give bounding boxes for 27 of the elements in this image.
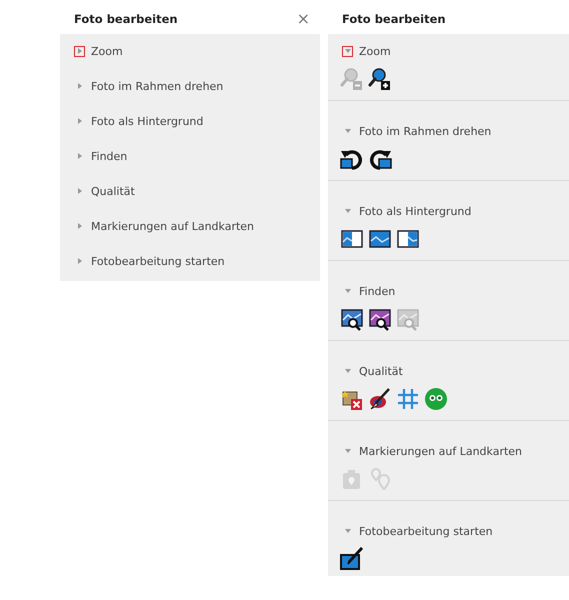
rotate-left-icon[interactable] [340,147,364,171]
section-label[interactable]: Finden [359,284,396,298]
section-label[interactable]: Foto im Rahmen drehen [359,124,492,138]
picture-edit-icon[interactable] [340,547,364,571]
section-label[interactable]: Foto als Hintergrund [91,114,204,128]
section-label[interactable]: Foto im Rahmen drehen [91,80,224,92]
picture-search-icon[interactable] [340,307,364,331]
picture-search-icon[interactable] [368,307,392,331]
section-label[interactable]: Markierungen auf Landkarten [359,444,522,458]
close-button[interactable]: × [296,11,310,27]
section-label[interactable]: Qualität [91,184,135,198]
panel-title: Foto bearbeiten [74,12,178,26]
caret-icon[interactable] [74,46,85,56]
brush-icon[interactable] [368,387,392,411]
section-label[interactable]: Foto als Hintergrund [359,204,472,218]
section-label[interactable]: Finden [91,150,128,162]
section-label[interactable]: Zoom [359,44,391,58]
section-label[interactable]: Fotobearbeitung starten [91,254,225,268]
section-label[interactable]: Zoom [91,44,123,58]
panel-title: Foto bearbeiten [342,12,446,26]
section-label[interactable]: Qualität [359,364,403,378]
rotate-right-icon[interactable] [368,147,392,171]
goggles-icon[interactable] [424,387,448,411]
magnifier-plus-icon[interactable] [368,67,392,91]
caret-icon[interactable] [342,46,353,56]
section-label[interactable]: Markierungen auf Landkarten [91,220,254,232]
section-label[interactable]: Fotobearbeitung starten [359,524,493,538]
